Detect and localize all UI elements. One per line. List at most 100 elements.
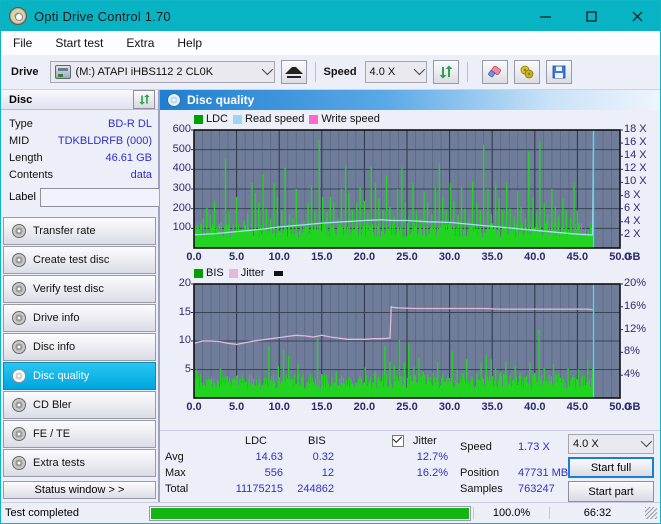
sidebar-item-disc-info[interactable]: Disc info (3, 333, 156, 361)
jitter-checkbox[interactable] (392, 434, 404, 447)
legend-label: Write speed (321, 113, 380, 125)
legend-item-read-speed: Read speed (233, 113, 304, 125)
chart-bis-plot[interactable]: 20 15 10 5 20% 16% 12% 8% 4% 0.0 5.0 10.0 15.0 20.0 25… (160, 277, 660, 416)
sidebar-item-extra-tests[interactable]: Extra tests (3, 449, 156, 477)
chevron-down-icon (261, 63, 273, 76)
stats-ldc-avg: 14.63 (255, 451, 283, 463)
sidebar-item-cd-bler[interactable]: CD Bler (3, 391, 156, 419)
refresh-button[interactable] (432, 60, 459, 84)
status-bar: Test completed 100.0% 66:32 (1, 502, 660, 523)
sidebar-item-label: Disc quality (33, 370, 90, 382)
disc-row-length: Length 46.61 GB (9, 149, 152, 166)
sidebar-item-label: Drive info (33, 312, 80, 324)
toolbar-separator-1 (314, 62, 316, 82)
x-axis-label: GB (624, 401, 641, 413)
legend-swatch (228, 268, 238, 278)
charts-area: LDC Read speed Write speed 600 500 400 300 2… (160, 110, 660, 430)
drive-select-value: (M:) ATAPI iHBS112 2 CL0K (75, 66, 214, 78)
menu-help[interactable]: Help (175, 34, 204, 52)
x-axis-tick: 30.0 (438, 401, 461, 413)
stats-bis-max: 12 (321, 467, 334, 479)
disc-icon (12, 456, 26, 470)
speed-stat-value: 1.73 X (518, 441, 550, 453)
window-controls (522, 1, 660, 31)
legend-item-bis: BIS (194, 267, 224, 279)
y-axis-tick-right: 4 X (624, 214, 641, 227)
test-speed-select[interactable]: 4.0 X (568, 434, 654, 454)
x-axis-tick: 0.0 (186, 251, 202, 263)
sidebar-item-label: Verify test disc (33, 283, 104, 295)
start-part-button[interactable]: Start part (568, 481, 654, 502)
sidebar-item-label: Extra tests (33, 457, 85, 469)
eject-icon (284, 66, 303, 78)
disc-panel-header: Disc (1, 90, 158, 110)
stats-col-jitter: Jitter (413, 435, 437, 447)
stats-col-ldc: LDC (245, 435, 268, 447)
speed-select[interactable]: 4.0 X (364, 61, 427, 83)
x-axis-tick: 15.0 (311, 401, 333, 413)
y-axis-tick-right: 8% (624, 345, 640, 358)
test-speed-value: 4.0 X (573, 438, 599, 450)
stats-col-bis: BIS (308, 435, 326, 447)
y-axis-tick-left: 500 (172, 142, 191, 155)
close-icon[interactable] (614, 1, 660, 31)
disc-refresh-button[interactable] (133, 90, 155, 109)
sidebar-item-transfer-rate[interactable]: Transfer rate (3, 217, 156, 245)
legend-swatch (194, 114, 203, 124)
y-axis-tick-right: 20% (624, 277, 647, 289)
sidebar-item-label: CD Bler (33, 399, 72, 411)
disc-icon (12, 311, 26, 325)
refresh-icon (439, 65, 453, 79)
progress-percent: 100.0% (473, 507, 549, 519)
x-axis-tick: 45.0 (566, 401, 589, 413)
y-axis-tick-left: 400 (172, 162, 191, 175)
disc-icon (12, 369, 26, 383)
maximize-icon[interactable] (568, 1, 614, 31)
y-axis-tick-left: 200 (172, 201, 191, 214)
erase-button[interactable] (481, 60, 508, 84)
stats-ldc-max: 556 (264, 467, 283, 479)
stats-ldc-total: 11175215 (235, 483, 283, 495)
start-full-button[interactable]: Start full (568, 457, 654, 478)
save-button[interactable] (545, 60, 572, 84)
drive-select[interactable]: (M:) ATAPI iHBS112 2 CL0K (49, 61, 275, 83)
progress-bar (149, 505, 471, 521)
minimize-icon[interactable] (522, 1, 568, 31)
x-axis-tick: 20.0 (353, 251, 376, 263)
app-window: Opti Drive Control 1.70 File Start test … (0, 0, 661, 524)
eject-button[interactable] (280, 60, 307, 84)
y-axis-tick-right: 16% (624, 299, 647, 312)
disc-icon (12, 427, 26, 441)
stats-bis-avg: 0.32 (312, 451, 334, 463)
y-axis-tick-right: 14 X (624, 149, 647, 162)
x-axis-tick: 0.0 (186, 401, 202, 413)
sidebar-item-disc-quality[interactable]: Disc quality (3, 362, 156, 390)
samples-stat-value: 763247 (518, 483, 555, 495)
sidebar-item-fe-te[interactable]: FE / TE (3, 420, 156, 448)
menu-file[interactable]: File (11, 34, 34, 52)
chart-ldc-plot[interactable]: 600 500 400 300 200 100 18 X 16 X 14 X 12 X 10 X8 … (160, 123, 660, 266)
y-axis-tick-right: 10 X (624, 175, 647, 188)
disc-length-label: Length (9, 151, 43, 164)
sidebar-item-drive-info[interactable]: Drive info (3, 304, 156, 332)
resize-grip-icon[interactable] (645, 507, 657, 519)
cymbals-button[interactable] (513, 60, 540, 84)
speed-select-value: 4.0 X (369, 66, 396, 78)
sidebar-item-label: Transfer rate (33, 225, 96, 237)
disc-row-mid: MID TDKBLDRFB (000) (9, 132, 152, 149)
menu-extra[interactable]: Extra (124, 34, 156, 52)
x-axis-tick: 10.0 (268, 251, 290, 263)
legend-swatch (233, 114, 243, 124)
window-title: Opti Drive Control 1.70 (34, 8, 171, 24)
y-axis-tick-right: 8 X (624, 188, 641, 201)
chart-ldc-legend: LDC Read speed Write speed (160, 112, 660, 126)
menu-start-test[interactable]: Start test (53, 34, 105, 52)
x-axis-tick: 40.0 (524, 401, 546, 413)
start-full-label: Start full (590, 461, 632, 474)
disc-type-label: Type (9, 117, 33, 130)
sidebar-item-create-test-disc[interactable]: Create test disc (3, 246, 156, 274)
toolbar-separator-2 (466, 62, 468, 82)
legend-label: Read speed (245, 113, 305, 125)
sidebar-item-verify-test-disc[interactable]: Verify test disc (3, 275, 156, 303)
status-window-button[interactable]: Status window > > (3, 481, 156, 499)
